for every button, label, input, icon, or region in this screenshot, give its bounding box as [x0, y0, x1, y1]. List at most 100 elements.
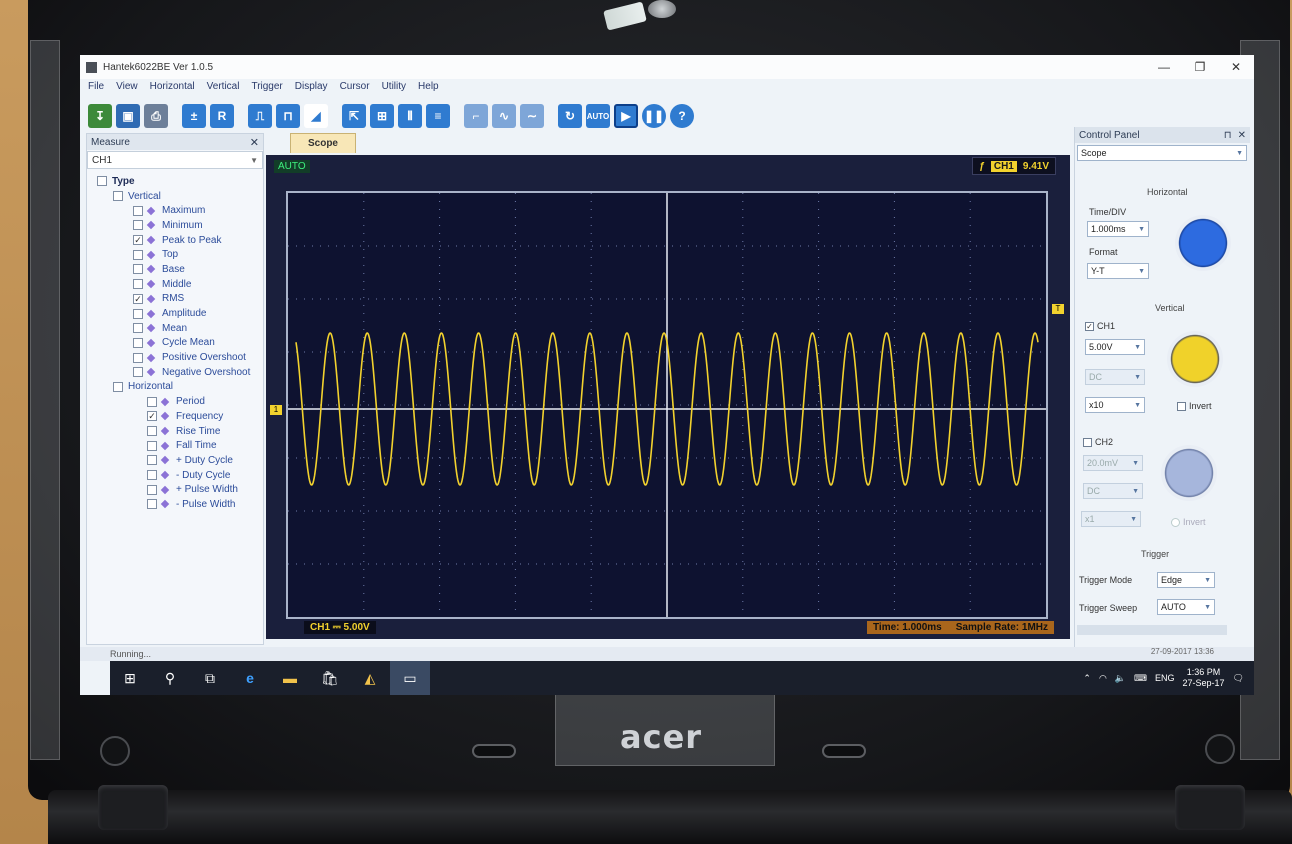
maximize-button[interactable]: ❐ — [1182, 60, 1218, 74]
checkbox[interactable] — [133, 279, 143, 290]
horizontal-scrollbar[interactable] — [1077, 625, 1227, 635]
clock[interactable]: 1:36 PM 27-Sep-17 — [1183, 667, 1225, 689]
checkbox[interactable] — [133, 264, 143, 275]
checkbox[interactable] — [133, 308, 143, 319]
ch2-coupling-select[interactable]: DC ▼ — [1083, 483, 1143, 499]
control-panel-close-icon[interactable]: ✕ — [1238, 130, 1246, 141]
checkbox[interactable]: ✓ — [133, 235, 143, 246]
measure-item[interactable]: Rise Time — [87, 424, 263, 439]
checkbox[interactable]: ✓ — [147, 411, 157, 422]
minimize-button[interactable]: — — [1146, 60, 1182, 74]
measure-item[interactable]: Period — [87, 394, 263, 409]
open-icon[interactable]: ↧ — [88, 104, 112, 128]
menu-display[interactable]: Display — [295, 81, 328, 99]
checkbox[interactable] — [147, 470, 157, 481]
menu-file[interactable]: File — [88, 81, 104, 99]
measure-item[interactable]: Amplitude — [87, 306, 263, 321]
trigger-mode-select[interactable]: Edge ▼ — [1157, 572, 1215, 588]
print-icon[interactable]: ⎙ — [144, 104, 168, 128]
checkbox[interactable] — [147, 484, 157, 495]
trigger-level-marker[interactable]: T — [1052, 304, 1064, 314]
measure-item[interactable]: + Duty Cycle — [87, 453, 263, 468]
checkbox[interactable] — [147, 455, 157, 466]
ch2-invert-checkbox[interactable]: Invert — [1171, 517, 1206, 527]
checkbox[interactable] — [113, 191, 123, 202]
checkbox[interactable]: ✓ — [1085, 321, 1094, 331]
horizontal-cursor-icon[interactable]: ≡ — [426, 104, 450, 128]
cursor-icon[interactable]: ⇱ — [342, 104, 366, 128]
measure-item[interactable]: Fall Time — [87, 438, 263, 453]
close-button[interactable]: ✕ — [1218, 60, 1254, 74]
tree-group-vertical[interactable]: Vertical — [87, 189, 263, 204]
measure-item[interactable]: - Pulse Width — [87, 497, 263, 512]
task-view-icon[interactable]: ⧉ — [190, 661, 230, 695]
ch1-volt-knob[interactable] — [1167, 331, 1223, 387]
refresh-icon[interactable]: ↻ — [558, 104, 582, 128]
checkbox[interactable] — [1177, 401, 1186, 411]
checkbox[interactable] — [133, 367, 143, 378]
run-icon[interactable]: ▶ — [614, 104, 638, 128]
checkbox[interactable] — [133, 220, 143, 231]
volume-icon[interactable]: 🔈 — [1115, 673, 1126, 684]
measure-item[interactable]: ✓ Peak to Peak — [87, 233, 263, 248]
store-icon[interactable]: 🛍 — [310, 661, 350, 695]
step-icon[interactable]: ⌐ — [464, 104, 488, 128]
grid-icon[interactable]: ⊞ — [370, 104, 394, 128]
checkbox[interactable] — [133, 337, 143, 348]
ch1-checkbox[interactable]: ✓ CH1 — [1085, 321, 1115, 331]
checkbox[interactable]: ✓ — [133, 293, 143, 304]
math-icon[interactable]: ± — [182, 104, 206, 128]
measure-item[interactable]: ✓ Frequency — [87, 409, 263, 424]
menu-trigger[interactable]: Trigger — [251, 81, 282, 99]
edge-browser-icon[interactable]: e — [230, 661, 270, 695]
hantek-taskbar-icon[interactable]: ▭ — [390, 661, 430, 695]
square-wave-icon[interactable]: ⎍ — [248, 104, 272, 128]
timediv-select[interactable]: 1.000ms ▼ — [1087, 221, 1149, 237]
keyboard-icon[interactable]: ⌨ — [1134, 673, 1147, 684]
pulse-icon[interactable]: ⊓ — [276, 104, 300, 128]
ch1-ground-marker[interactable]: 1 — [270, 405, 282, 415]
search-icon[interactable]: ⚲ — [150, 661, 190, 695]
measure-item[interactable]: - Duty Cycle — [87, 468, 263, 483]
wifi-icon[interactable]: ◠ — [1099, 673, 1107, 684]
ch2-volt-knob[interactable] — [1161, 445, 1217, 501]
measure-item[interactable]: Maximum — [87, 203, 263, 218]
measure-close-icon[interactable]: ✕ — [250, 136, 259, 149]
measure-item[interactable]: Middle — [87, 277, 263, 292]
notifications-icon[interactable]: 🗨 — [1233, 673, 1244, 684]
checkbox[interactable] — [147, 440, 157, 451]
ch2-probe-select[interactable]: x1 ▼ — [1081, 511, 1141, 527]
ch1-coupling-select[interactable]: DC ▼ — [1085, 369, 1145, 385]
measure-item[interactable]: Top — [87, 247, 263, 262]
measure-item[interactable]: + Pulse Width — [87, 482, 263, 497]
app-shortcut-icon[interactable]: ◭ — [350, 661, 390, 695]
checkbox[interactable] — [147, 426, 157, 437]
checkbox[interactable] — [133, 352, 143, 363]
tree-root[interactable]: Type — [87, 174, 263, 189]
tree-group-horizontal[interactable]: Horizontal — [87, 380, 263, 395]
menu-horizontal[interactable]: Horizontal — [150, 81, 195, 99]
pin-icon[interactable]: ⊓ — [1224, 130, 1232, 141]
menu-cursor[interactable]: Cursor — [340, 81, 370, 99]
ramp-icon[interactable]: ◢ — [304, 104, 328, 128]
ch1-volt-select[interactable]: 5.00V ▼ — [1085, 339, 1145, 355]
timediv-knob[interactable] — [1175, 215, 1231, 271]
measure-item[interactable]: Mean — [87, 321, 263, 336]
checkbox[interactable] — [147, 499, 157, 510]
checkbox[interactable] — [133, 249, 143, 260]
measure-item[interactable]: ✓ RMS — [87, 292, 263, 307]
measure-item[interactable]: Positive Overshoot — [87, 350, 263, 365]
measure-item[interactable]: Minimum — [87, 218, 263, 233]
ch1-probe-select[interactable]: x10 ▼ — [1085, 397, 1145, 413]
language-indicator[interactable]: ENG — [1155, 673, 1175, 683]
ch1-invert-checkbox[interactable]: Invert — [1177, 401, 1212, 411]
measure-item[interactable]: Cycle Mean — [87, 336, 263, 351]
mode-select[interactable]: Scope ▼ — [1077, 145, 1247, 161]
format-select[interactable]: Y-T ▼ — [1087, 263, 1149, 279]
checkbox[interactable] — [147, 396, 157, 407]
auto-setup-icon[interactable]: AUTO — [586, 104, 610, 128]
checkbox[interactable] — [1083, 437, 1092, 447]
vertical-cursor-icon[interactable]: ⦀ — [398, 104, 422, 128]
start-icon[interactable]: ⊞ — [110, 661, 150, 695]
menu-utility[interactable]: Utility — [382, 81, 406, 99]
